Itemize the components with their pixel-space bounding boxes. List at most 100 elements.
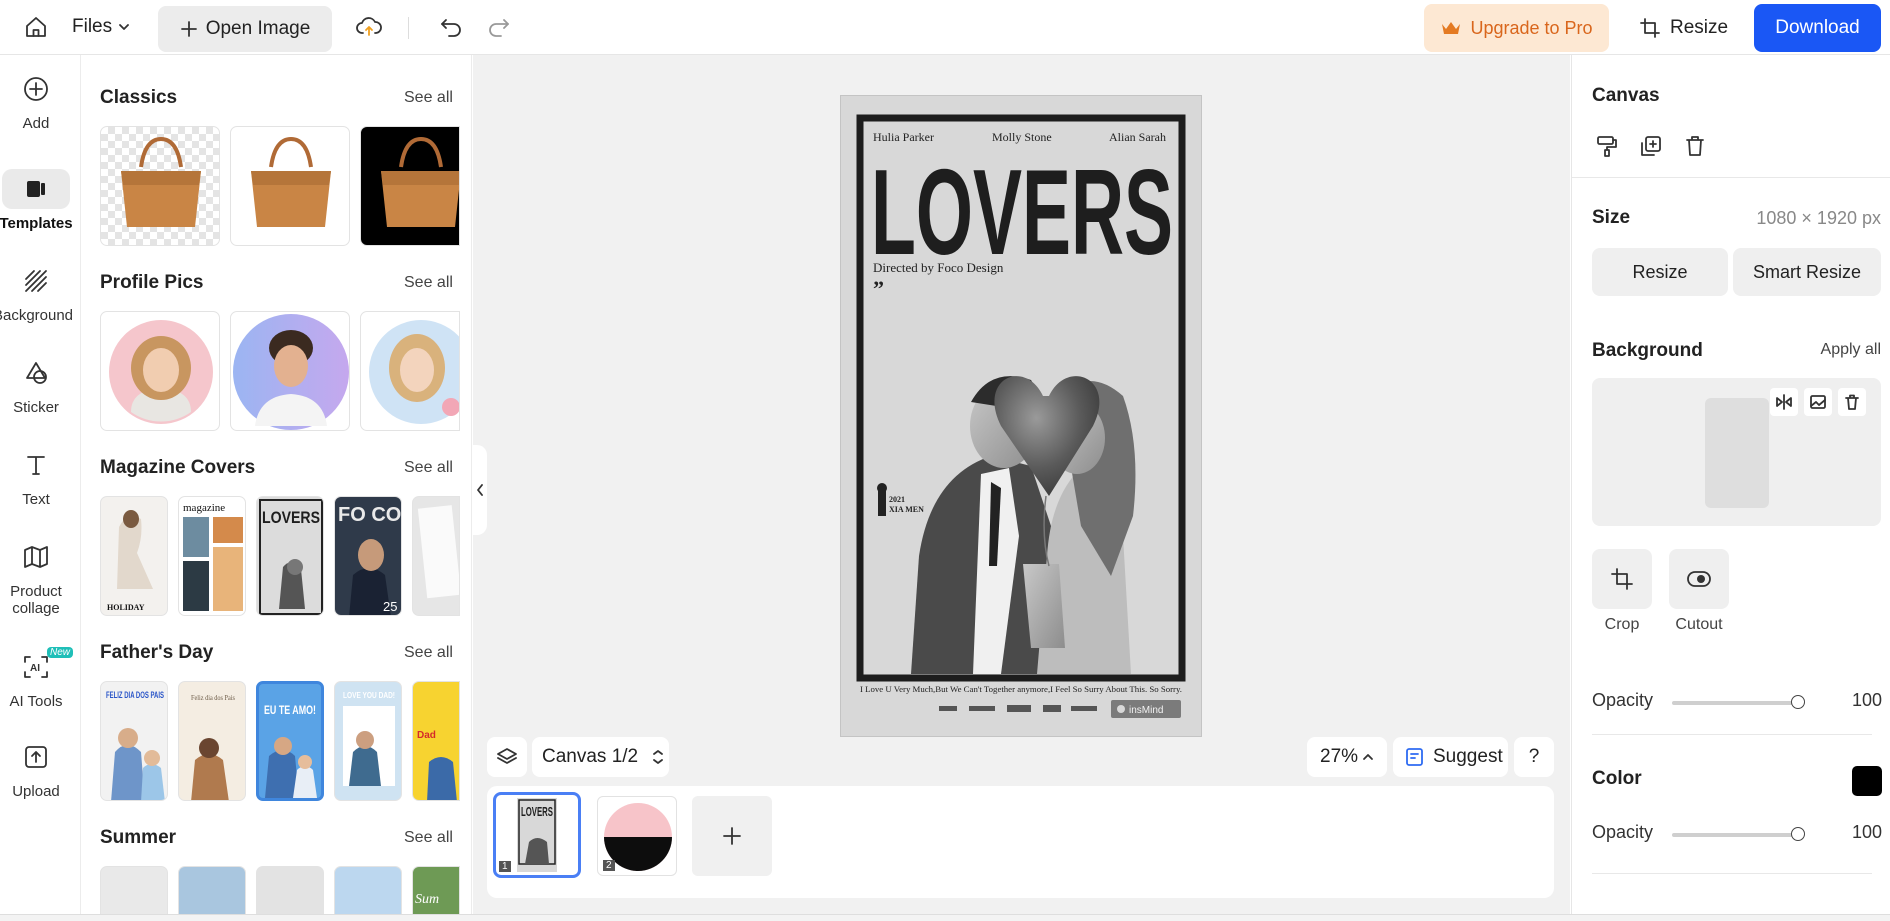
rail-item-ai-tools[interactable]: AI New AI Tools — [0, 647, 73, 710]
chevron-left-icon — [477, 484, 483, 496]
crop-button[interactable] — [1592, 549, 1652, 609]
background-label: Background — [1592, 340, 1703, 361]
eu-te-amo-image: EU TE AMO! — [264, 703, 317, 798]
replace-image-icon[interactable] — [1804, 388, 1832, 416]
rail-item-sticker[interactable]: Sticker — [0, 353, 72, 416]
template-thumb-classic-3[interactable] — [360, 126, 460, 246]
page-thumb-1[interactable]: LOVERS 1 — [493, 792, 581, 878]
layers-button[interactable] — [487, 737, 527, 777]
zoom-control[interactable]: 27% — [1307, 737, 1387, 777]
template-thumb-magazine-foco[interactable]: FO CO 25 — [334, 496, 402, 616]
template-thumb-summer-1[interactable] — [100, 866, 168, 921]
template-thumb-fathers-2[interactable]: Feliz dia dos Pais — [178, 681, 246, 801]
page-thumb-2[interactable]: 2 — [597, 796, 677, 876]
new-badge: New — [46, 647, 73, 658]
template-thumb-profile-3[interactable] — [360, 311, 460, 431]
rail-label-product-collage: Product collage — [10, 583, 62, 617]
flip-icon[interactable] — [1770, 388, 1798, 416]
upgrade-to-pro-button[interactable]: Upgrade to Pro — [1424, 4, 1609, 52]
canvas-page-selector[interactable]: Canvas 1/2 — [532, 737, 669, 777]
rail-item-background[interactable]: Background — [0, 261, 73, 324]
template-thumb-magazine-2[interactable]: magazine — [178, 496, 246, 616]
section-title-magazine-covers: Magazine Covers — [100, 457, 256, 478]
rail-item-product-collage[interactable]: Product collage — [0, 537, 72, 617]
download-button[interactable]: Download — [1754, 4, 1881, 52]
profile-woman-image — [109, 320, 213, 424]
template-thumb-classic-1[interactable] — [100, 126, 220, 246]
crown-icon — [1442, 22, 1461, 34]
template-thumb-summer-5[interactable]: Sum — [412, 866, 460, 921]
collapse-panel-handle[interactable] — [473, 445, 487, 535]
rail-item-upload[interactable]: Upload — [0, 737, 72, 800]
layers-icon — [497, 748, 517, 764]
rail-label-upload: Upload — [12, 783, 60, 800]
handbag-image — [381, 136, 459, 227]
rail-item-add[interactable]: Add — [0, 69, 72, 132]
handbag-image — [251, 136, 331, 227]
open-image-button[interactable]: Open Image — [158, 6, 332, 52]
see-all-magazine-covers[interactable]: See all — [404, 459, 453, 477]
home-icon[interactable] — [18, 11, 54, 43]
undo-icon[interactable] — [436, 11, 466, 43]
summer-image: Sum — [415, 892, 439, 907]
trash-icon[interactable] — [1684, 135, 1706, 157]
panel-title-canvas: Canvas — [1592, 85, 1660, 106]
svg-text:LOVERS: LOVERS — [521, 804, 553, 819]
poster-canvas[interactable]: Hulia Parker Molly Stone Alian Sarah LOV… — [841, 96, 1201, 736]
background-opacity-knob[interactable] — [1791, 695, 1805, 709]
color-opacity-slider[interactable] — [1672, 833, 1798, 837]
see-all-classics[interactable]: See all — [404, 89, 453, 107]
redo-icon[interactable] — [484, 11, 514, 43]
suggest-button[interactable]: Suggest — [1393, 737, 1508, 777]
see-all-profile-pics[interactable]: See all — [404, 274, 453, 292]
smart-resize-button[interactable]: Smart Resize — [1733, 248, 1881, 296]
feliz-dia-pais-image: Feliz dia dos Pais — [191, 694, 235, 800]
template-thumb-classic-2[interactable] — [230, 126, 350, 246]
template-thumb-magazine-5[interactable] — [412, 496, 460, 616]
duplicate-icon[interactable] — [1640, 135, 1662, 157]
templates-panel: Classics See all Profile Pics See all Ma… — [82, 55, 472, 921]
template-thumb-fathers-4[interactable]: LOVE YOU DAD! — [334, 681, 402, 801]
template-thumb-summer-4[interactable] — [334, 866, 402, 921]
template-thumb-fathers-5[interactable]: Dad — [412, 681, 460, 801]
upgrade-label: Upgrade to Pro — [1470, 17, 1593, 38]
lovers-cover-image: LOVERS — [259, 499, 323, 615]
rail-item-text[interactable]: Text — [0, 445, 72, 508]
svg-text:EU TE AMO!: EU TE AMO! — [264, 703, 316, 717]
see-all-summer[interactable]: See all — [404, 829, 453, 847]
upload-icon — [13, 737, 59, 777]
color-opacity-knob[interactable] — [1791, 827, 1805, 841]
ai-tools-icon: AI New — [13, 647, 73, 687]
background-preview[interactable] — [1592, 378, 1881, 526]
delete-background-icon[interactable] — [1838, 388, 1866, 416]
template-thumb-fathers-1[interactable]: FELIZ DIA DOS PAIS — [100, 681, 168, 801]
rail-item-templates[interactable]: Templates — [0, 169, 73, 232]
template-thumb-magazine-1[interactable]: HOLIDAY — [100, 496, 168, 616]
text-t-icon — [13, 445, 59, 485]
resize-canvas-button[interactable]: Resize — [1592, 248, 1728, 296]
template-thumb-fathers-3[interactable]: EU TE AMO! — [256, 681, 324, 801]
apply-all-link[interactable]: Apply all — [1779, 341, 1881, 359]
paint-roller-icon[interactable] — [1596, 135, 1618, 157]
template-thumb-summer-2[interactable] — [178, 866, 246, 921]
section-title-summer: Summer — [100, 827, 177, 848]
template-thumb-profile-1[interactable] — [100, 311, 220, 431]
section-title-profile-pics: Profile Pics — [100, 272, 204, 293]
cutout-icon — [1687, 571, 1711, 587]
template-thumb-magazine-lovers[interactable]: LOVERS — [256, 496, 324, 616]
cutout-button[interactable] — [1669, 549, 1729, 609]
see-all-fathers-day[interactable]: See all — [404, 644, 453, 662]
template-thumb-profile-2[interactable] — [230, 311, 350, 431]
page-number-2: 2 — [603, 860, 615, 871]
resize-button[interactable]: Resize — [1640, 8, 1728, 48]
add-page-button[interactable] — [692, 796, 772, 876]
cloud-upload-icon[interactable] — [354, 11, 384, 43]
svg-text:LOVE YOU DAD!: LOVE YOU DAD! — [343, 691, 395, 700]
background-opacity-value: 100 — [1851, 690, 1882, 710]
help-button[interactable]: ? — [1514, 737, 1554, 777]
rail-label-add: Add — [22, 115, 50, 132]
template-thumb-summer-3[interactable] — [256, 866, 324, 921]
files-menu[interactable]: Files — [72, 11, 130, 43]
color-swatch[interactable] — [1852, 766, 1882, 796]
background-opacity-slider[interactable] — [1672, 701, 1798, 705]
